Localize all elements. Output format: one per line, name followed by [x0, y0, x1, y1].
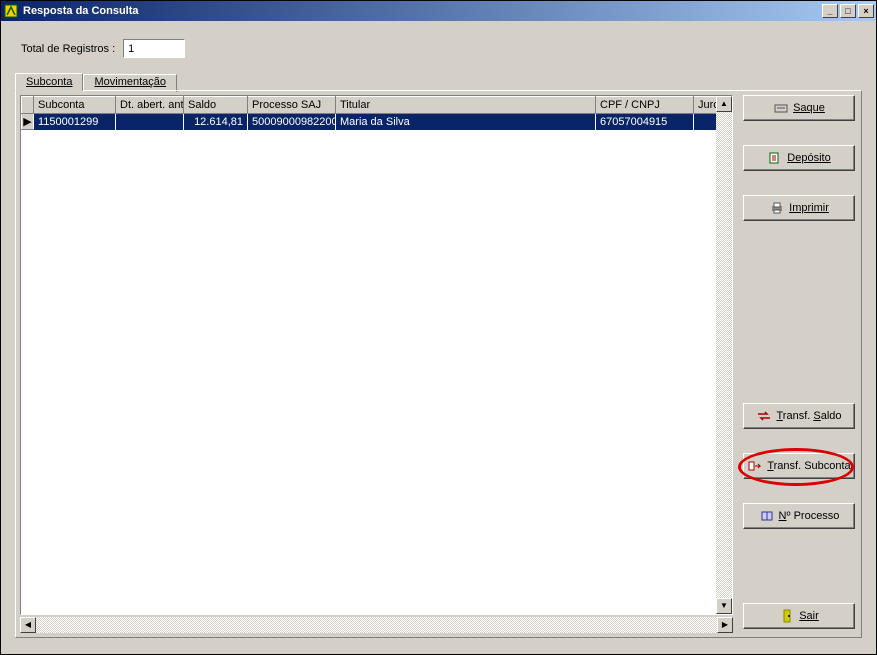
- cell-cpf-cnpj: 67057004915: [596, 114, 694, 130]
- transf-subconta-button[interactable]: Transf. Subconta: [743, 453, 855, 479]
- cell-processo-saj: 50009000982200: [248, 114, 336, 130]
- total-registros-input[interactable]: [123, 39, 185, 58]
- row-marker-header: [22, 97, 34, 114]
- exit-icon: [779, 608, 795, 624]
- data-grid[interactable]: Subconta Dt. abert. ant. Saldo Processo …: [20, 95, 733, 615]
- saque-icon: [773, 100, 789, 116]
- saque-button[interactable]: Saque: [743, 95, 855, 121]
- transfer-subconta-icon: [747, 458, 763, 474]
- scroll-track[interactable]: [716, 112, 732, 598]
- maximize-button[interactable]: □: [840, 4, 856, 18]
- row-marker-icon: ▶: [22, 114, 34, 130]
- titlebar: Resposta da Consulta _ □ ×: [1, 1, 876, 21]
- scroll-down-icon[interactable]: ▼: [716, 598, 732, 614]
- n-processo-label: Nº Processo: [779, 510, 840, 522]
- scroll-left-icon[interactable]: ◀: [20, 617, 36, 633]
- col-subconta[interactable]: Subconta: [34, 97, 116, 114]
- sair-button[interactable]: Sair: [743, 603, 855, 629]
- scroll-right-icon[interactable]: ▶: [717, 617, 733, 633]
- transf-subconta-label: Transf. Subconta: [767, 460, 850, 472]
- tab-subconta[interactable]: Subconta: [15, 73, 83, 91]
- close-button[interactable]: ×: [858, 4, 874, 18]
- col-saldo[interactable]: Saldo: [184, 97, 248, 114]
- col-cpf-cnpj[interactable]: CPF / CNPJ: [596, 97, 694, 114]
- n-processo-button[interactable]: Nº Processo: [743, 503, 855, 529]
- col-dt-abert[interactable]: Dt. abert. ant.: [116, 97, 184, 114]
- minimize-button[interactable]: _: [822, 4, 838, 18]
- transf-saldo-button[interactable]: Transf. Saldo: [743, 403, 855, 429]
- table-row[interactable]: ▶ 1150001299 12.614,81 50009000982200 Ma…: [22, 114, 732, 130]
- vertical-scrollbar[interactable]: ▲ ▼: [716, 96, 732, 614]
- total-registros-label: Total de Registros :: [21, 43, 115, 55]
- transf-saldo-label: Transf. Saldo: [776, 410, 841, 422]
- col-processo-saj[interactable]: Processo SAJ: [248, 97, 336, 114]
- saque-label: Saque: [793, 102, 825, 114]
- grid-header-row: Subconta Dt. abert. ant. Saldo Processo …: [22, 97, 732, 114]
- deposito-icon: [767, 150, 783, 166]
- sair-label: Sair: [799, 610, 819, 622]
- imprimir-label: Imprimir: [789, 202, 829, 214]
- hscroll-track[interactable]: [36, 617, 717, 633]
- window-title: Resposta da Consulta: [23, 5, 822, 17]
- side-panel: Saque Depósito Imprimir Transf. Saldo: [737, 91, 861, 637]
- tabs: Subconta Movimentação: [15, 72, 862, 90]
- cell-dt-abert: [116, 114, 184, 130]
- cell-saldo: 12.614,81: [184, 114, 248, 130]
- app-icon: [3, 3, 19, 19]
- book-icon: [759, 508, 775, 524]
- transfer-icon: [756, 408, 772, 424]
- scroll-up-icon[interactable]: ▲: [716, 96, 732, 112]
- deposito-label: Depósito: [787, 152, 830, 164]
- horizontal-scrollbar[interactable]: ◀ ▶: [20, 617, 733, 633]
- deposito-button[interactable]: Depósito: [743, 145, 855, 171]
- imprimir-button[interactable]: Imprimir: [743, 195, 855, 221]
- printer-icon: [769, 200, 785, 216]
- cell-titular: Maria da Silva: [336, 114, 596, 130]
- col-titular[interactable]: Titular: [336, 97, 596, 114]
- cell-subconta: 1150001299: [34, 114, 116, 130]
